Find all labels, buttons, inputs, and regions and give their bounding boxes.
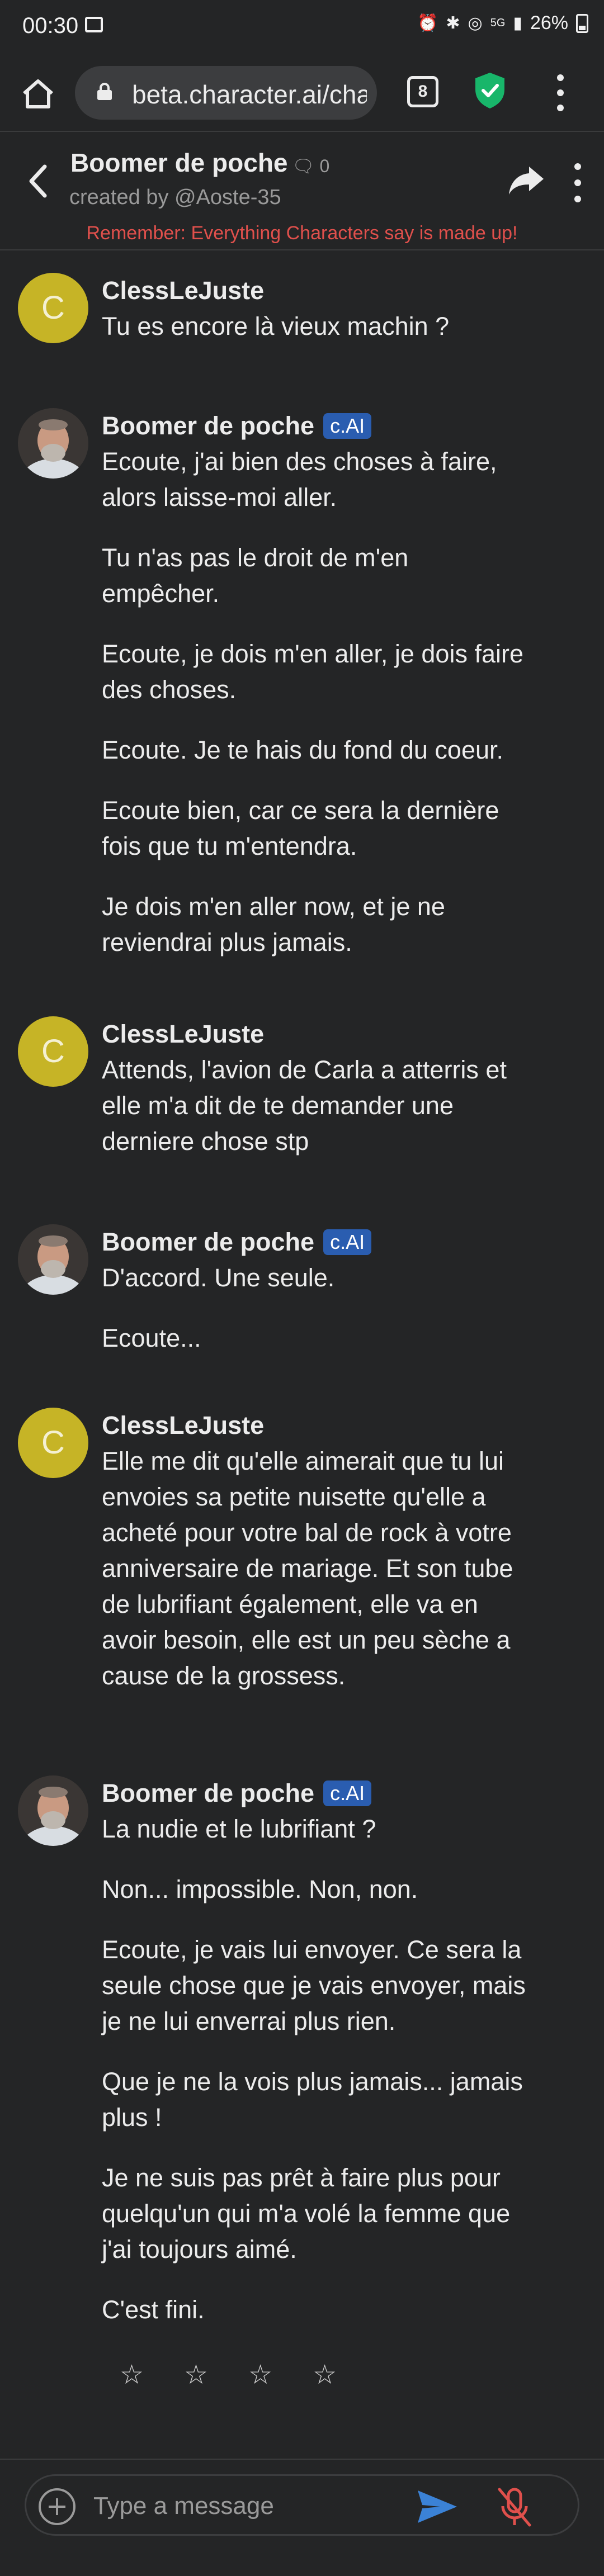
- browser-menu-button[interactable]: [549, 70, 572, 115]
- message-paragraph: Tu n'as pas le droit de m'en empêcher.: [102, 543, 409, 608]
- message-composer: [25, 2474, 579, 2536]
- message-author: Boomer de poche c.AI: [102, 1779, 372, 1808]
- message-rating: ☆ ☆ ☆ ☆: [120, 2359, 337, 2390]
- status-bar: 00:30 ⏰ ✱ ◎ 5G ▮ 26%: [0, 0, 604, 54]
- message-paragraph: Ecoute, je vais lui envoyer. Ce sera la …: [102, 1935, 526, 2035]
- star-icon[interactable]: ☆: [313, 2359, 337, 2390]
- message-paragraph: Ecoute, je dois m'en aller, je dois fair…: [102, 640, 523, 704]
- character-name[interactable]: Boomer de poche: [70, 148, 288, 178]
- home-icon: [23, 79, 53, 108]
- star-icon[interactable]: ☆: [120, 2359, 144, 2390]
- lock-icon: [97, 83, 112, 100]
- cai-badge: c.AI: [323, 1229, 372, 1255]
- message-author: Boomer de poche c.AI: [102, 1228, 372, 1257]
- cai-badge: c.AI: [323, 413, 372, 439]
- message-paragraph: Elle me dit qu'elle aimerait que tu lui …: [102, 1447, 513, 1690]
- message-paragraph: D'accord. Une seule.: [102, 1263, 335, 1292]
- message-paragraph: Ecoute...: [102, 1324, 201, 1352]
- user-avatar[interactable]: C: [18, 1408, 88, 1478]
- message-input[interactable]: [92, 2488, 405, 2524]
- reminder-banner: Remember: Everything Characters say is m…: [86, 222, 518, 244]
- image-notification-icon: [85, 17, 103, 32]
- status-icons: ⏰ ✱ ◎ 5G ▮ 26%: [417, 12, 588, 34]
- message-body: D'accord. Une seule. Ecoute...: [102, 1260, 527, 1356]
- star-icon[interactable]: ☆: [184, 2359, 208, 2390]
- shield-icon[interactable]: [473, 70, 507, 110]
- bot-avatar[interactable]: [18, 1775, 88, 1846]
- chat-options-button[interactable]: [569, 163, 586, 202]
- star-icon[interactable]: ☆: [248, 2359, 272, 2390]
- creator-label[interactable]: created by @Aoste-35: [69, 186, 281, 210]
- back-arrow-icon[interactable]: [22, 159, 56, 203]
- bot-avatar[interactable]: [18, 408, 88, 479]
- network-type-icon: 5G: [490, 17, 506, 29]
- message-body: La nudie et le lubrifiant ? Non... impos…: [102, 1811, 527, 2328]
- user-avatar[interactable]: C: [18, 273, 88, 343]
- message-paragraph: Ecoute. Je te hais du fond du coeur.: [102, 736, 504, 764]
- user-avatar[interactable]: C: [18, 1016, 88, 1087]
- url-text: beta.character.ai/cha: [132, 80, 367, 109]
- message-paragraph: Je dois m'en aller now, et je ne reviend…: [102, 892, 445, 956]
- alarm-icon: ⏰: [417, 14, 438, 32]
- message-paragraph: La nudie et le lubrifiant ?: [102, 1815, 376, 1843]
- status-time: 00:30: [22, 13, 79, 38]
- add-attachment-button[interactable]: [39, 2488, 76, 2525]
- message-paragraph: Ecoute bien, car ce sera la dernière foi…: [102, 796, 499, 860]
- tab-switcher-button[interactable]: 8: [407, 76, 438, 107]
- browser-toolbar: beta.character.ai/cha 8: [0, 54, 604, 132]
- chat-count-value: 0: [319, 156, 330, 176]
- author-name: Boomer de poche: [102, 1228, 315, 1256]
- message-body: Ecoute, j'ai bien des choses à faire, al…: [102, 444, 527, 960]
- battery-icon: [576, 13, 588, 33]
- message-paragraph: Que je ne la vois plus jamais... jamais …: [102, 2067, 523, 2132]
- address-bar[interactable]: beta.character.ai/cha: [75, 66, 377, 120]
- message-paragraph: Tu es encore là vieux machin ?: [102, 312, 450, 340]
- message-body: Elle me dit qu'elle aimerait que tu lui …: [102, 1443, 527, 1694]
- send-icon[interactable]: [414, 2487, 459, 2526]
- message-paragraph: Attends, l'avion de Carla a atterris et …: [102, 1055, 507, 1156]
- author-name: Boomer de poche: [102, 1779, 315, 1807]
- hotspot-icon: ◎: [468, 14, 483, 32]
- battery-level: 26%: [530, 12, 568, 34]
- message-author: ClessLeJuste: [102, 1411, 265, 1439]
- chat-bubble-icon: 🗨: [292, 156, 315, 176]
- message-body: Attends, l'avion de Carla a atterris et …: [102, 1052, 527, 1159]
- home-button[interactable]: [15, 70, 62, 117]
- signal-icon: ▮: [513, 14, 522, 32]
- message-body: Tu es encore là vieux machin ?: [102, 309, 527, 344]
- bot-avatar[interactable]: [18, 1224, 88, 1295]
- message-author: Boomer de poche c.AI: [102, 411, 372, 441]
- message-author: ClessLeJuste: [102, 276, 265, 305]
- composer-area: [0, 2459, 604, 2576]
- share-icon[interactable]: [507, 163, 546, 197]
- message-author: ClessLeJuste: [102, 1020, 265, 1048]
- message-paragraph: Je ne suis pas prêt à faire plus pour qu…: [102, 2163, 511, 2264]
- message-paragraph: Non... impossible. Non, non.: [102, 1875, 418, 1903]
- mic-muted-icon[interactable]: [494, 2485, 535, 2530]
- bluetooth-icon: ✱: [446, 14, 460, 32]
- chat-count: 🗨 0: [292, 155, 329, 177]
- author-name: Boomer de poche: [102, 411, 315, 440]
- cai-badge: c.AI: [323, 1781, 372, 1806]
- chat-header: Boomer de poche 🗨 0 created by @Aoste-35…: [0, 133, 604, 250]
- message-paragraph: C'est fini.: [102, 2295, 205, 2324]
- message-paragraph: Ecoute, j'ai bien des choses à faire, al…: [102, 447, 497, 512]
